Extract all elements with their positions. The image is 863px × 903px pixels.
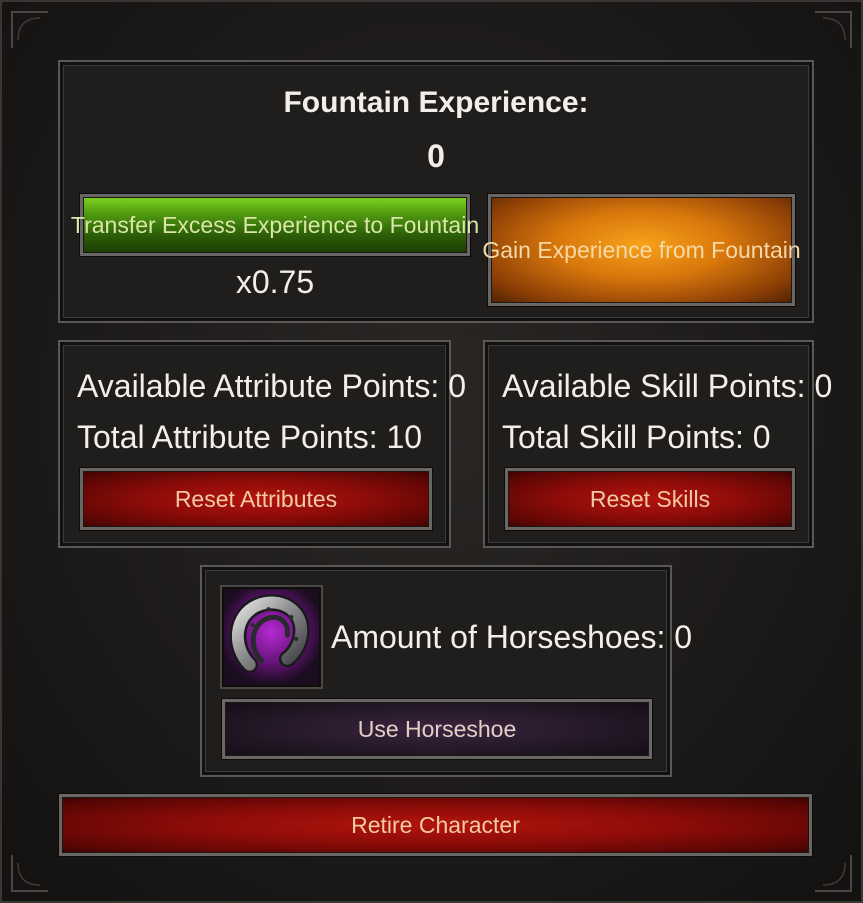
ornament-corner-icon bbox=[11, 855, 48, 892]
character-management-window: Fountain Experience: 0 Transfer Excess E… bbox=[0, 0, 863, 903]
transfer-experience-button[interactable]: Transfer Excess Experience to Fountain bbox=[71, 194, 479, 256]
fountain-panel: Fountain Experience: 0 Transfer Excess E… bbox=[58, 60, 814, 323]
reset-skills-button[interactable]: Reset Skills bbox=[505, 468, 795, 530]
horseshoe-item-slot[interactable] bbox=[220, 585, 323, 689]
horseshoe-icon bbox=[223, 589, 320, 685]
fountain-title: Fountain Experience: bbox=[283, 86, 589, 119]
reset-attributes-button[interactable]: Reset Attributes bbox=[80, 468, 432, 530]
skills-panel: Available Skill Points: 0 Total Skill Po… bbox=[483, 340, 832, 548]
gain-experience-button[interactable]: Gain Experience from Fountain bbox=[482, 194, 801, 306]
horseshoe-amount: Amount of Horseshoes: 0 bbox=[331, 619, 693, 655]
total-attribute-points: Total Attribute Points: 10 bbox=[77, 419, 423, 455]
ornament-corner-icon bbox=[815, 11, 852, 48]
use-horseshoe-button[interactable]: Use Horseshoe bbox=[222, 699, 652, 759]
horseshoe-panel: Amount of Horseshoes: 0 Use Horseshoe bbox=[200, 565, 692, 777]
attributes-panel: Available Attribute Points: 0 Total Attr… bbox=[58, 340, 466, 548]
retire-character-button[interactable]: Retire Character bbox=[59, 794, 812, 856]
available-attribute-points: Available Attribute Points: 0 bbox=[77, 368, 466, 404]
transfer-multiplier: x0.75 bbox=[235, 264, 315, 300]
ornament-corner-icon bbox=[11, 11, 48, 48]
fountain-experience-value: 0 bbox=[427, 138, 445, 174]
available-skill-points: Available Skill Points: 0 bbox=[502, 368, 833, 404]
total-skill-points: Total Skill Points: 0 bbox=[502, 419, 771, 455]
ornament-corner-icon bbox=[815, 855, 852, 892]
